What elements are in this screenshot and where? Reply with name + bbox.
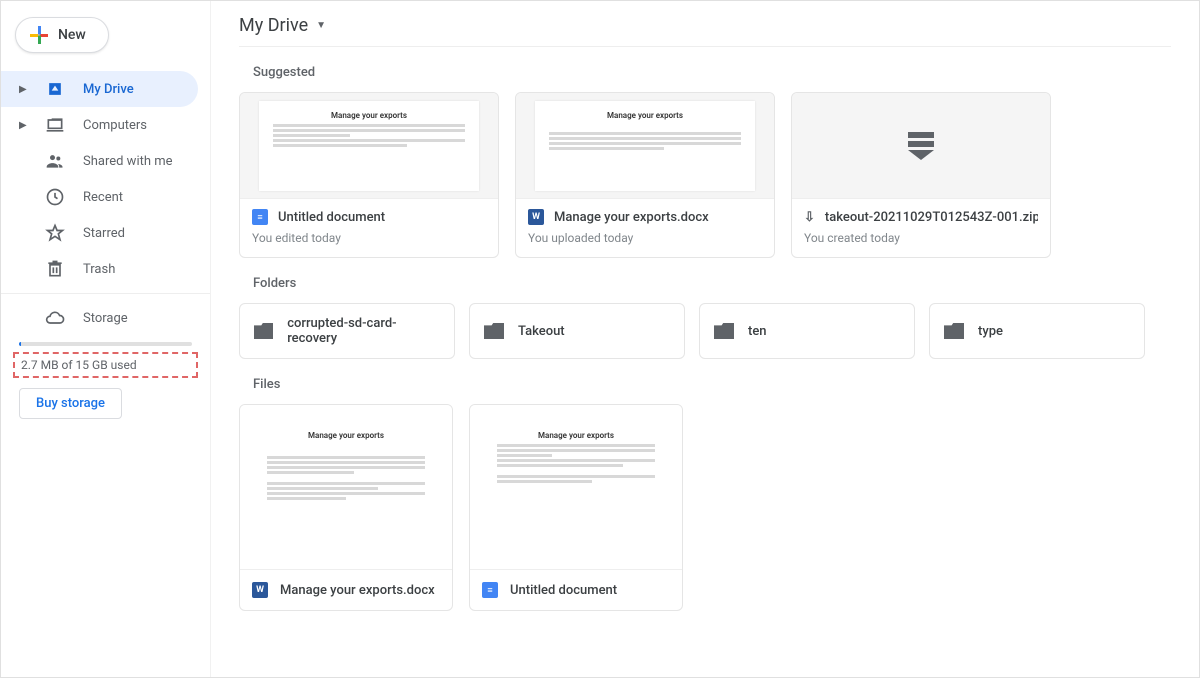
files-row: Manage your exports W Manage your export… <box>239 404 1171 611</box>
docs-icon: ≡ <box>482 582 498 598</box>
word-icon: W <box>252 582 268 598</box>
nav-list: ▶ My Drive ▶ Computers Shared with me <box>1 71 210 287</box>
sidebar-item-label: Computers <box>83 118 147 133</box>
breadcrumb-title: My Drive <box>239 15 308 36</box>
app-root: New ▶ My Drive ▶ Computers <box>0 0 1200 678</box>
sidebar: New ▶ My Drive ▶ Computers <box>1 1 211 677</box>
storage-usage-text: 2.7 MB of 15 GB used <box>13 352 198 378</box>
star-icon <box>45 223 65 243</box>
folder-card[interactable]: type <box>929 303 1145 359</box>
thumbnail: Manage your exports <box>516 93 774 199</box>
sidebar-item-label: Recent <box>83 190 123 205</box>
folder-label: Takeout <box>518 324 565 339</box>
folder-card[interactable]: ten <box>699 303 915 359</box>
clock-icon <box>45 187 65 207</box>
file-card[interactable]: Manage your exports W Manage your export… <box>239 404 453 611</box>
chevron-right-icon: ▶ <box>19 120 27 131</box>
folder-card[interactable]: corrupted-sd-card-recovery <box>239 303 455 359</box>
docs-icon: ≡ <box>252 209 268 225</box>
trash-icon <box>45 259 65 279</box>
buy-storage-button[interactable]: Buy storage <box>19 388 122 419</box>
file-title: Untitled document <box>510 583 617 598</box>
word-icon: W <box>528 209 544 225</box>
thumbnail: Manage your exports <box>240 405 452 569</box>
new-button[interactable]: New <box>15 17 109 53</box>
new-button-label: New <box>58 27 86 43</box>
file-title: Manage your exports.docx <box>280 583 435 598</box>
file-card[interactable]: Manage your exports ≡ Untitled document <box>469 404 683 611</box>
folder-card[interactable]: Takeout <box>469 303 685 359</box>
cloud-icon <box>45 308 65 328</box>
sidebar-item-computers[interactable]: ▶ Computers <box>1 107 198 143</box>
suggested-card[interactable]: Manage your exports W Manage your export… <box>515 92 775 258</box>
download-icon <box>908 132 934 160</box>
file-title: takeout-20211029T012543Z-001.zip <box>825 210 1038 225</box>
suggested-row: Manage your exports ≡ Untitled document … <box>239 92 1171 258</box>
file-title: Manage your exports.docx <box>554 210 709 225</box>
drive-icon <box>45 79 65 99</box>
folder-shared-icon <box>944 323 964 339</box>
folder-shared-icon <box>714 323 734 339</box>
folder-label: ten <box>748 324 767 339</box>
main-content: My Drive ▼ Suggested Manage your exports… <box>211 1 1199 677</box>
suggested-card[interactable]: Manage your exports ≡ Untitled document … <box>239 92 499 258</box>
sidebar-item-shared[interactable]: Shared with me <box>1 143 198 179</box>
computers-icon <box>45 115 65 135</box>
sidebar-item-my-drive[interactable]: ▶ My Drive <box>1 71 198 107</box>
folder-label: type <box>978 324 1003 339</box>
suggested-card[interactable]: ⇩ takeout-20211029T012543Z-001.zip You c… <box>791 92 1051 258</box>
thumbnail: Manage your exports <box>240 93 498 199</box>
chevron-down-icon: ▼ <box>316 20 326 31</box>
thumbnail <box>792 93 1050 199</box>
folder-icon <box>484 323 504 339</box>
file-subtitle: You uploaded today <box>528 231 762 245</box>
sidebar-item-starred[interactable]: Starred <box>1 215 198 251</box>
folder-label: corrupted-sd-card-recovery <box>287 316 440 346</box>
nav-storage: Storage <box>1 300 210 336</box>
suggested-heading: Suggested <box>253 65 1171 80</box>
people-icon <box>45 151 65 171</box>
sidebar-item-label: Storage <box>83 311 128 326</box>
zip-icon: ⇩ <box>804 209 815 225</box>
files-heading: Files <box>253 377 1171 392</box>
sidebar-item-label: Trash <box>83 262 115 277</box>
sidebar-item-storage[interactable]: Storage <box>1 300 198 336</box>
breadcrumb[interactable]: My Drive ▼ <box>239 9 1171 47</box>
sidebar-item-recent[interactable]: Recent <box>1 179 198 215</box>
sidebar-item-label: My Drive <box>83 82 134 97</box>
file-title: Untitled document <box>278 210 385 225</box>
plus-icon <box>30 26 48 44</box>
sidebar-item-label: Starred <box>83 226 125 241</box>
folder-icon <box>254 323 273 339</box>
thumbnail: Manage your exports <box>470 405 682 569</box>
sidebar-item-label: Shared with me <box>83 154 173 169</box>
sidebar-item-trash[interactable]: Trash <box>1 251 198 287</box>
file-subtitle: You edited today <box>252 231 486 245</box>
file-subtitle: You created today <box>804 231 1038 245</box>
divider <box>1 293 210 294</box>
folders-heading: Folders <box>253 276 1171 291</box>
folders-row: corrupted-sd-card-recovery Takeout ten t… <box>239 303 1171 359</box>
chevron-right-icon: ▶ <box>19 84 27 95</box>
storage-bar <box>19 342 192 346</box>
